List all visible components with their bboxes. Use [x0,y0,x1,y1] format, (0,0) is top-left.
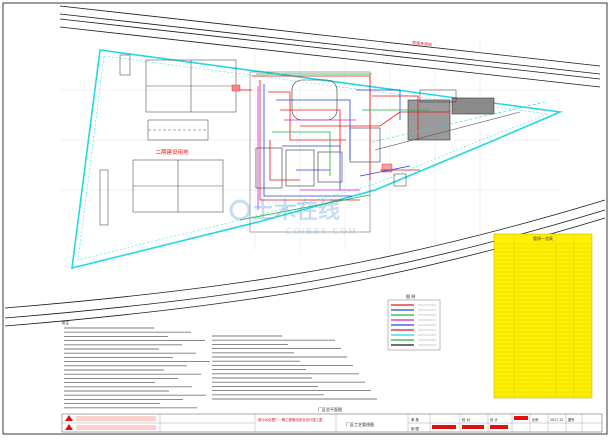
road-label: 铁路专用线 [412,39,433,47]
notes-block-left: 附注 [62,320,210,409]
check-label: 校 对 [462,417,470,422]
design-label: 设 计 [490,417,498,422]
railway-lines [59,5,601,88]
drawing-sheet: 铁路专用线 二期建设用地 土木在线 COIBBS.COM 管线一览表 图 例 附… [0,0,610,437]
pipe-table-title: 管线一览表 [533,235,553,241]
sheet-label: 图号 [568,417,574,422]
notes-title: 附注 [62,320,69,325]
title-project: 某污水处理厂一期工程管线综合设计施工图 [258,417,323,422]
date: 2017.12 [550,418,563,422]
legend-title: 图 例 [406,293,415,299]
title-block: 某污水处理厂一期工程管线综合设计施工图 厂区工艺管线图 审 核 校 对 设 计 … [61,413,603,433]
cad-drawing-canvas: 铁路专用线 二期建设用地 土木在线 COIBBS.COM 管线一览表 图 例 附… [2,2,608,435]
watermark-cn: 土木在线 [252,198,340,224]
company-name-bar [76,416,156,421]
notes-block-right [212,335,377,400]
phase2-label: 二期建设用地 [155,148,189,156]
site-plan-caption: 厂区总平面图 [318,406,342,412]
review-label: 审 核 [411,417,419,422]
scale-label: 比例 [532,417,538,422]
title-drawing-name: 厂区工艺管线图 [346,421,374,427]
drawing-label: 制 图 [411,426,419,431]
pipe-table: 管线一览表 [493,233,593,399]
legend: 图 例 [387,293,441,351]
company-sub-bar [76,425,156,430]
watermark-en: COIBBS.COM [286,227,357,236]
